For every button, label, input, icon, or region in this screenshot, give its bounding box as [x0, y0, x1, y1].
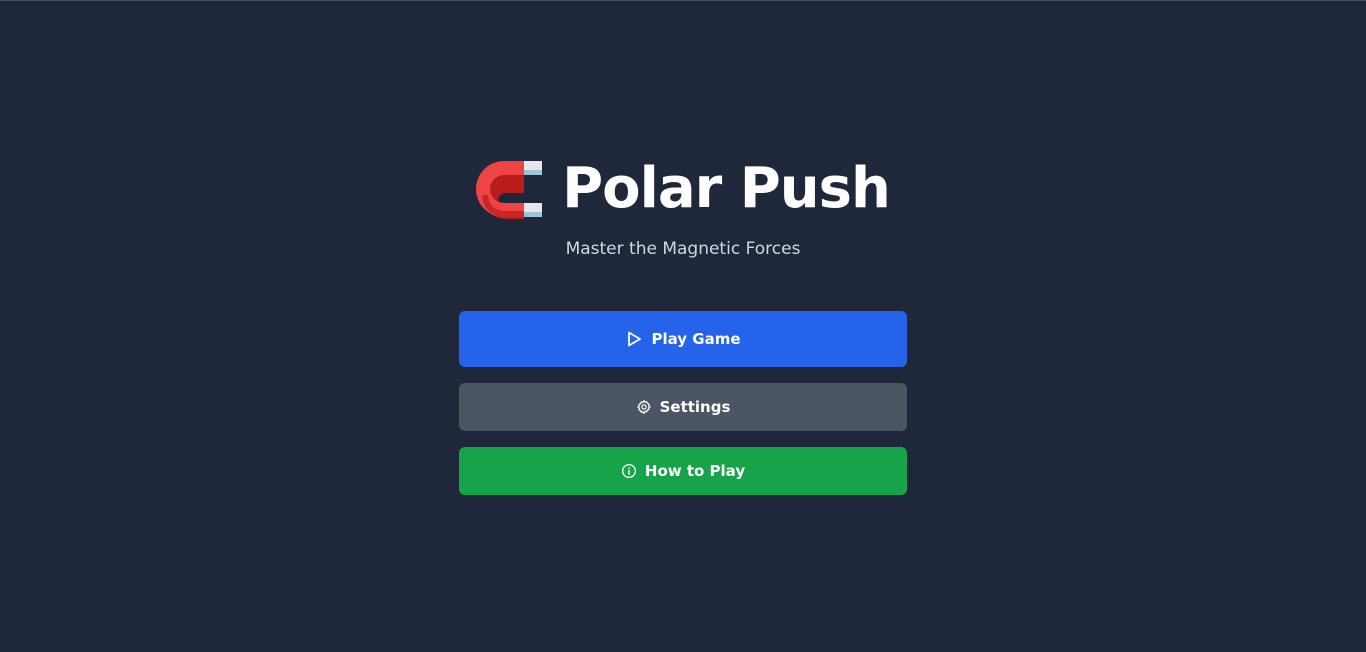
window-top-border: [0, 0, 1366, 1]
play-game-label: Play Game: [651, 330, 741, 348]
gear-icon: [636, 400, 651, 414]
magnet-icon: [476, 161, 543, 219]
game-subtitle: Master the Magnetic Forces: [565, 239, 801, 259]
how-to-play-label: How to Play: [644, 462, 746, 480]
play-game-button[interactable]: Play Game: [459, 311, 907, 367]
settings-label: Settings: [659, 398, 731, 416]
settings-button[interactable]: Settings: [459, 383, 907, 431]
game-title: Polar Push: [562, 156, 891, 221]
play-icon: [628, 331, 642, 347]
info-icon: [621, 464, 636, 478]
title-row: Polar Push: [0, 150, 1366, 228]
how-to-play-button[interactable]: How to Play: [459, 447, 907, 495]
